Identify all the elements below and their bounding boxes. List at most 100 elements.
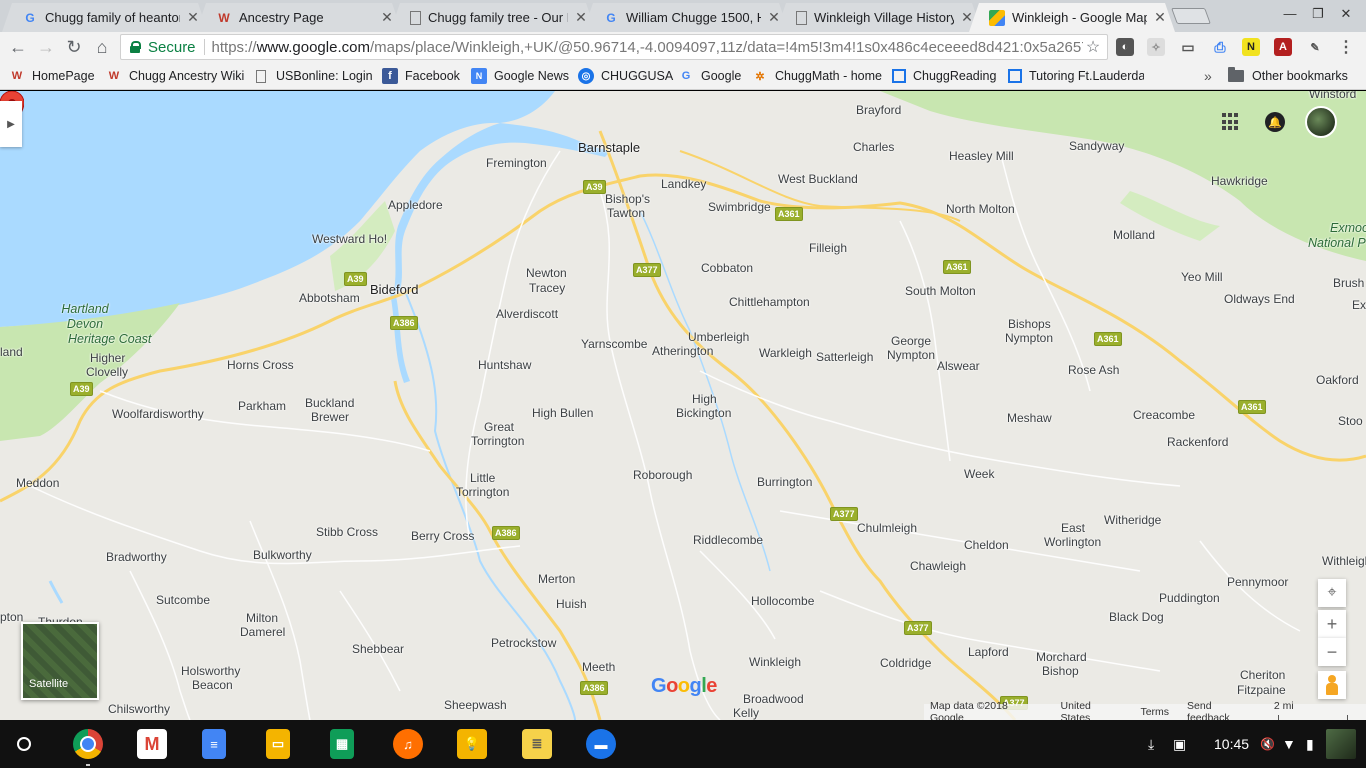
apps-grid-icon[interactable] (1222, 113, 1240, 131)
map-place-label: Bishops (1008, 317, 1051, 331)
site-icon (892, 69, 906, 83)
keep-app-icon[interactable]: 💡 (457, 729, 487, 759)
forward-icon[interactable]: → (35, 36, 57, 58)
close-icon[interactable]: ✕ (574, 9, 588, 26)
zoom-out-button[interactable]: − (1318, 638, 1346, 666)
menu-icon[interactable]: ⋮ (1337, 38, 1355, 56)
road-shield: A386 (580, 681, 608, 695)
street-view-pegman-icon[interactable] (1318, 671, 1346, 699)
gmail-app-icon[interactable]: M (137, 729, 167, 759)
bookmark-item[interactable]: ChuggReading (892, 67, 996, 85)
screenshot-icon[interactable]: ▣ (1173, 720, 1186, 768)
map-place-label: Appledore (388, 198, 443, 212)
url-text[interactable]: https://www.google.com/maps/place/Winkle… (212, 39, 1083, 56)
scale-indicator[interactable]: 2 mi (1274, 700, 1366, 720)
map-place-label: Kelly (733, 706, 760, 720)
bookmark-item[interactable]: N Google News (471, 67, 569, 85)
close-icon[interactable]: ✕ (1153, 9, 1167, 26)
globe-icon: ◎ (578, 68, 594, 84)
map-place-label: Hollocombe (751, 594, 815, 608)
map-place-label: Shebbear (352, 642, 405, 656)
map-place-label: Barnstaple (578, 140, 641, 155)
tab-chugg-family-tree[interactable]: Chugg family tree - Our D ✕ (390, 3, 596, 32)
window-close-icon[interactable]: ✕ (1336, 6, 1356, 22)
tab-ancestry-page[interactable]: W Ancestry Page ✕ (196, 3, 402, 32)
tab-chugg-heanton[interactable]: G Chugg family of heanton ✕ (2, 3, 208, 32)
map-place-label: Atherington (652, 344, 714, 358)
close-icon[interactable]: ✕ (960, 9, 974, 26)
battery-icon[interactable]: ▮ (1306, 720, 1314, 768)
site-icon (1008, 69, 1022, 83)
map-place-label: Woolfardisworthy (112, 407, 204, 421)
map-place-label: Chawleigh (910, 559, 967, 573)
map-place-label: Damerel (240, 625, 286, 639)
close-icon[interactable]: ✕ (380, 9, 394, 26)
bookmark-item[interactable]: Tutoring Ft.Lauderda (1008, 67, 1144, 85)
my-location-icon[interactable]: ⌖ (1318, 579, 1346, 607)
minimize-icon[interactable]: — (1280, 6, 1300, 21)
bookmark-item[interactable]: W Chugg Ancestry Wiki (106, 67, 245, 85)
extension-icon[interactable]: ✧ (1147, 38, 1165, 56)
chrome-app-icon[interactable] (73, 729, 103, 759)
map-place-label: Little (470, 471, 496, 485)
launcher-icon[interactable] (17, 737, 31, 751)
printer-icon[interactable]: ⎙ (1211, 38, 1229, 56)
map-place-label: Heritage Coast (68, 332, 152, 346)
extension-icon[interactable]: ✎ (1306, 38, 1324, 56)
cast-icon[interactable]: ▭ (1179, 38, 1197, 56)
back-icon[interactable]: ← (7, 36, 29, 58)
bookmark-star-icon[interactable]: ☆ (1083, 37, 1103, 57)
extension-icon[interactable]: N (1242, 38, 1260, 56)
map-place-label: Fremington (486, 156, 547, 170)
terms-link[interactable]: Terms (1140, 706, 1169, 718)
bookmark-item[interactable]: USBonline: Login (256, 67, 373, 85)
reload-icon[interactable]: ↻ (63, 36, 85, 58)
other-bookmarks-folder[interactable]: Other bookmarks (1228, 67, 1348, 85)
notes-app-icon[interactable]: ≣ (522, 729, 552, 759)
zoom-in-button[interactable]: + (1318, 610, 1346, 638)
extension-icon[interactable]: ◐ (1116, 38, 1134, 56)
facebook-icon: f (382, 68, 398, 84)
tab-winkleigh-google-maps[interactable]: Winkleigh - Google Maps ✕ (969, 3, 1175, 32)
docs-app-icon[interactable]: ≡ (202, 729, 226, 759)
satellite-toggle[interactable]: Satellite (21, 622, 99, 700)
close-icon[interactable]: ✕ (767, 9, 781, 26)
lock-icon (130, 41, 141, 53)
maximize-icon[interactable]: ❐ (1308, 6, 1328, 22)
clock[interactable]: 10:45 (1214, 720, 1249, 768)
bookmarks-overflow-button[interactable]: » (1204, 67, 1212, 85)
home-icon[interactable]: ⌂ (91, 36, 113, 58)
tab-winkleigh-village-history[interactable]: Winkleigh Village History ✕ (776, 3, 982, 32)
pdf-icon[interactable]: A (1274, 38, 1292, 56)
bookmark-item[interactable]: G Google (678, 67, 742, 85)
slides-app-icon[interactable]: ▭ (266, 729, 290, 759)
map-place-label: Creacombe (1133, 408, 1196, 422)
active-indicator (86, 764, 90, 766)
mute-icon[interactable]: 🔇 (1260, 720, 1275, 768)
wifi-icon[interactable]: ▼ (1282, 720, 1296, 768)
account-avatar[interactable] (1305, 106, 1337, 138)
bookmark-item[interactable]: ✲ ChuggMath - home (752, 67, 882, 85)
side-panel-toggle[interactable]: ▶ (0, 101, 22, 147)
bookmarks-bar: W HomePage W Chugg Ancestry Wiki USBonli… (0, 62, 1366, 90)
user-avatar[interactable] (1326, 720, 1356, 768)
address-bar[interactable]: Secure https://www.google.com/maps/place… (120, 34, 1108, 60)
bookmark-item[interactable]: W HomePage (9, 67, 95, 85)
new-tab-button[interactable] (1171, 8, 1211, 24)
files-app-icon[interactable]: ▬ (586, 729, 616, 759)
close-icon[interactable]: ✕ (186, 9, 200, 26)
download-icon[interactable]: ⤓ (1148, 720, 1154, 768)
play-music-app-icon[interactable]: ♫ (393, 729, 423, 759)
send-feedback-link[interactable]: Send feedback (1187, 700, 1256, 720)
bookmark-item[interactable]: f Facebook (382, 67, 460, 85)
map-place-label: North Molton (946, 202, 1015, 216)
map-canvas[interactable]: Brayford Winstord Charles Heasley Mill S… (0, 91, 1366, 720)
notifications-icon[interactable]: 🔔 (1265, 112, 1285, 132)
road-shield: A377 (830, 507, 858, 521)
map-place-label: Chittlehampton (729, 295, 810, 309)
tab-title: Winkleigh Village History (814, 10, 954, 25)
tab-william-chugge[interactable]: G William Chugge 1500, H ✕ (583, 3, 789, 32)
bookmark-item[interactable]: ◎ CHUGGUSA (578, 67, 673, 85)
region-link[interactable]: United States (1061, 700, 1123, 720)
sheets-app-icon[interactable]: ▦ (330, 729, 354, 759)
